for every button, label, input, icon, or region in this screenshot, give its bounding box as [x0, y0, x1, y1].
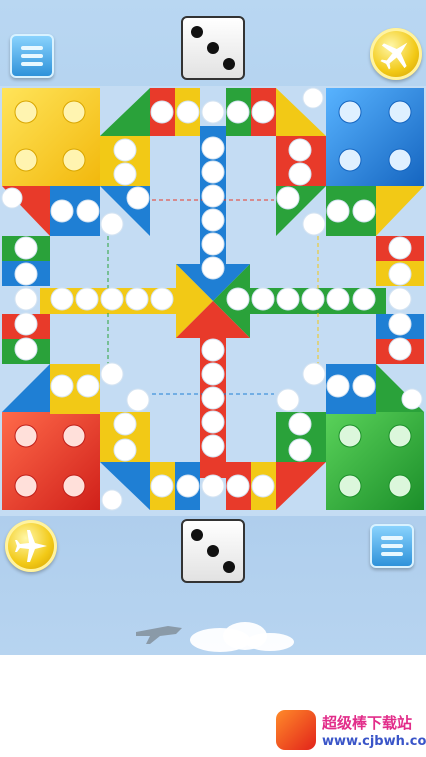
dice-pip: [191, 26, 203, 38]
watermark-site-url: www.cjbwh.com: [322, 734, 426, 749]
bottom-airplane-coin-button[interactable]: [5, 520, 57, 572]
sky-decoration: [136, 622, 294, 652]
game-board[interactable]: [0, 86, 426, 516]
red-base: [2, 412, 100, 510]
watermark-site-name: 超级棒下载站: [322, 714, 413, 732]
jet-plane-icon: [136, 626, 182, 644]
dice-pip: [207, 42, 219, 54]
top-dice[interactable]: [181, 16, 245, 80]
airplane-icon: [380, 42, 408, 70]
bottom-menu-button[interactable]: [370, 524, 414, 568]
yellow-base: [2, 88, 100, 186]
game-screen: [0, 0, 426, 655]
blue-base: [326, 88, 424, 186]
dice-pip: [223, 58, 235, 70]
site-logo-icon: [276, 710, 316, 750]
top-airplane-coin-button[interactable]: [370, 28, 422, 80]
top-menu-button[interactable]: [10, 34, 54, 78]
dice-pip: [207, 545, 219, 557]
dice-pip: [191, 529, 203, 541]
airplane-icon: [15, 530, 47, 562]
watermark-logo: 超级棒下载站 www.cjbwh.com: [276, 706, 426, 757]
bottom-dice[interactable]: [181, 519, 245, 583]
dice-pip: [223, 561, 235, 573]
green-base: [326, 412, 424, 510]
